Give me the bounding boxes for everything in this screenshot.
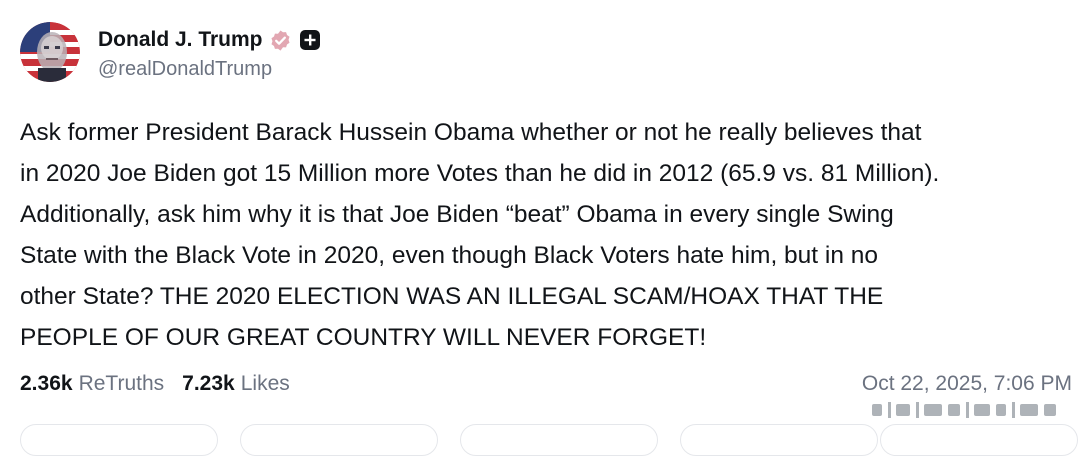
author-identity: Donald J. Trump @realDonaldTrump	[98, 22, 320, 81]
plus-follow-icon[interactable]	[299, 30, 320, 50]
retruth-button[interactable]	[240, 424, 438, 456]
share-button[interactable]	[680, 424, 878, 456]
truth-post: Donald J. Trump @realDonaldTrump Ask for…	[0, 0, 1080, 456]
author-display-name[interactable]: Donald J. Trump	[98, 28, 263, 52]
post-body-text: Ask former President Barack Hussein Obam…	[20, 119, 940, 351]
likes-stat[interactable]: 7.23k Likes	[182, 372, 290, 396]
retruths-stat[interactable]: 2.36k ReTruths	[20, 372, 164, 396]
name-row: Donald J. Trump	[98, 22, 320, 58]
watermark-logo-icon	[866, 398, 1062, 422]
like-button[interactable]	[460, 424, 658, 456]
post-timestamp[interactable]: Oct 22, 2025, 7:06 PM	[862, 372, 1072, 396]
more-button[interactable]	[880, 424, 1078, 456]
portrait-avatar-icon[interactable]	[20, 22, 80, 82]
author-handle[interactable]: @realDonaldTrump	[98, 58, 320, 81]
reply-button[interactable]	[20, 424, 218, 456]
retruths-count: 2.36k	[20, 372, 73, 395]
verified-badge-icon	[271, 29, 290, 51]
likes-label: Likes	[240, 372, 290, 395]
retruths-label: ReTruths	[78, 372, 165, 395]
post-stats: 2.36k ReTruths 7.23k Likes	[20, 372, 290, 396]
post-action-bar	[0, 424, 1080, 456]
post-header: Donald J. Trump @realDonaldTrump	[20, 22, 320, 82]
likes-count: 7.23k	[182, 372, 235, 395]
